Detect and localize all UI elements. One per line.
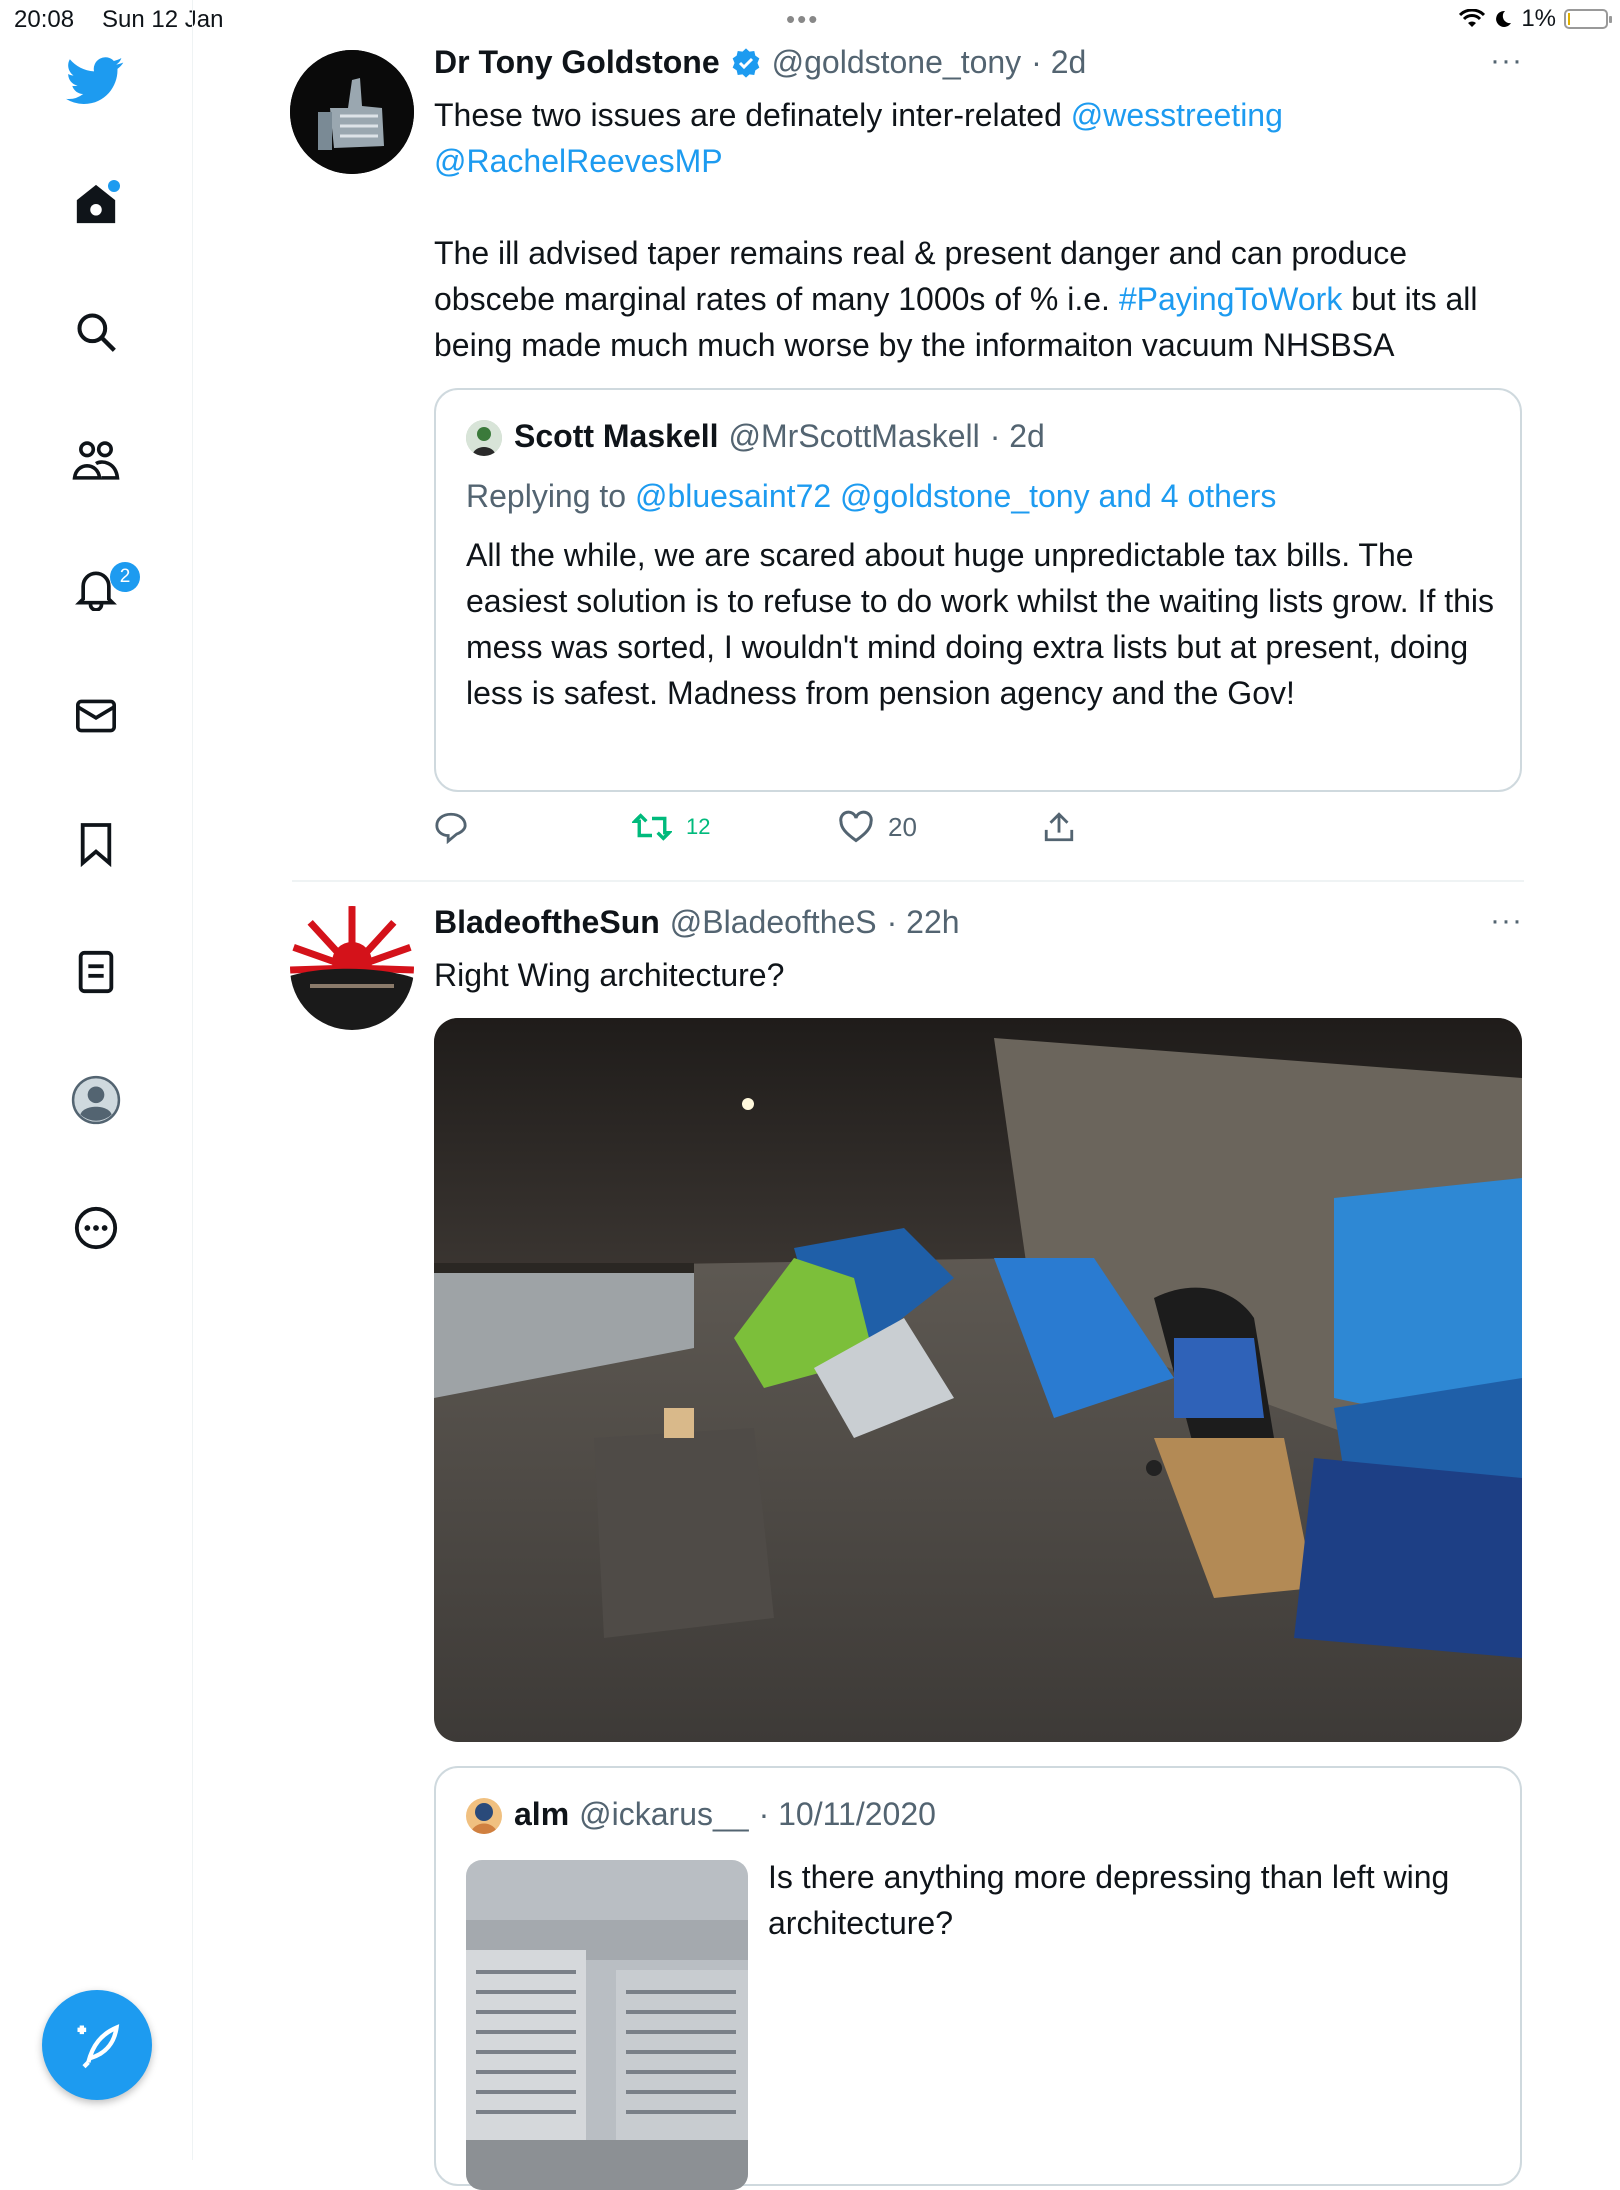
nav-lists[interactable] bbox=[60, 936, 132, 1008]
nav-notifications[interactable]: 2 bbox=[60, 552, 140, 624]
reply-button[interactable] bbox=[434, 810, 468, 844]
retweet-icon bbox=[632, 813, 672, 841]
status-indicators: 1% bbox=[1459, 5, 1612, 33]
tweet-time[interactable]: · 2d bbox=[1031, 44, 1086, 81]
like-button[interactable]: 20 bbox=[838, 810, 917, 844]
quoted-tweet-time: · 2d bbox=[989, 418, 1045, 454]
nav-communities[interactable] bbox=[60, 424, 132, 496]
tweet-text-part: These two issues are definately inter-re… bbox=[434, 97, 1071, 133]
status-time: 20:08 bbox=[14, 6, 75, 33]
quoted-author-name: alm bbox=[514, 1796, 570, 1832]
tweet-time[interactable]: · 22h bbox=[887, 904, 960, 941]
tweet-body: These two issues are definately inter-re… bbox=[434, 92, 1534, 368]
battery-percent: 1% bbox=[1521, 5, 1556, 32]
quoted-tweet-card[interactable]: alm @ickarus__ · 10/11/2020 Is there any… bbox=[434, 1766, 1522, 2190]
ellipsis-circle-icon bbox=[74, 1206, 118, 1250]
tweet-avatar[interactable] bbox=[290, 50, 414, 174]
multitasking-dots-icon[interactable]: ••• bbox=[786, 4, 819, 35]
moon-icon bbox=[1496, 10, 1512, 27]
envelope-icon bbox=[76, 699, 116, 733]
tweet-text: Right Wing architecture? bbox=[434, 957, 785, 993]
hashtag-link[interactable]: #PayingToWork bbox=[1119, 281, 1343, 317]
quoted-author-avatar bbox=[466, 420, 502, 456]
compose-tweet-button[interactable] bbox=[42, 1990, 152, 2100]
nav-home[interactable] bbox=[60, 168, 132, 240]
quoted-tweet-card[interactable]: Scott Maskell @MrScottMaskell · 2d Reply… bbox=[434, 388, 1522, 792]
tweet-media-photo[interactable] bbox=[434, 1018, 1522, 1742]
share-button[interactable] bbox=[1042, 810, 1076, 844]
nav-explore[interactable] bbox=[60, 296, 132, 368]
people-icon bbox=[72, 441, 120, 480]
tweet-more-button[interactable]: ··· bbox=[1490, 904, 1523, 938]
like-count: 20 bbox=[888, 811, 917, 842]
author-name[interactable]: BladeoftheSun bbox=[434, 904, 660, 941]
retweet-button[interactable]: 12 bbox=[632, 810, 710, 844]
twitter-logo-icon[interactable] bbox=[66, 56, 124, 111]
quoted-tweet-text: All the while, we are scared about huge … bbox=[466, 537, 1503, 711]
status-date: Sun 12 Jan bbox=[102, 6, 224, 33]
nav-bookmarks[interactable] bbox=[60, 808, 132, 880]
quoted-tweet-text: Is there anything more depressing than l… bbox=[768, 1859, 1459, 1941]
author-name[interactable]: Dr Tony Goldstone bbox=[434, 44, 720, 81]
share-icon bbox=[1044, 812, 1074, 842]
quoted-tweet-time: · 10/11/2020 bbox=[758, 1796, 936, 1832]
status-bar: 20:08 Sun 12 Jan ••• 1% bbox=[0, 0, 1620, 40]
mention-link[interactable]: @RachelReevesMP bbox=[434, 143, 723, 179]
author-handle[interactable]: @BladeoftheS bbox=[670, 904, 877, 941]
feather-plus-icon bbox=[77, 2024, 120, 2069]
author-handle[interactable]: @goldstone_tony bbox=[772, 44, 1022, 81]
tweet-header: Dr Tony Goldstone @goldstone_tony · 2d bbox=[434, 44, 1086, 81]
nav-profile[interactable] bbox=[60, 1064, 132, 1136]
notification-badge: 2 bbox=[110, 562, 140, 592]
nav-messages[interactable] bbox=[60, 680, 132, 752]
reply-icon bbox=[435, 812, 467, 844]
quoted-tweet-header: alm @ickarus__ · 10/11/2020 bbox=[514, 1796, 936, 1833]
tweet-avatar[interactable] bbox=[290, 906, 414, 1030]
battery-icon bbox=[1564, 9, 1612, 29]
home-new-dot bbox=[108, 180, 120, 192]
bookmark-icon bbox=[80, 823, 112, 867]
tweet-more-button[interactable]: ··· bbox=[1490, 44, 1523, 78]
tweet-header: BladeoftheSun @BladeoftheS · 22h bbox=[434, 904, 960, 941]
verified-badge-icon bbox=[732, 47, 759, 78]
list-icon bbox=[78, 950, 114, 994]
heart-icon bbox=[839, 810, 873, 843]
quoted-tweet-header: Scott Maskell @MrScottMaskell · 2d bbox=[514, 418, 1045, 455]
quoted-author-handle: @MrScottMaskell bbox=[728, 418, 980, 454]
wifi-icon bbox=[1459, 9, 1486, 27]
sidebar-divider bbox=[192, 0, 193, 2160]
quoted-author-name: Scott Maskell bbox=[514, 418, 719, 454]
nav-more[interactable] bbox=[60, 1192, 132, 1264]
quoted-author-avatar bbox=[466, 1798, 502, 1834]
battery-level bbox=[1568, 13, 1570, 25]
replying-to-label: Replying to bbox=[466, 478, 635, 514]
quoted-author-handle: @ickarus__ bbox=[579, 1796, 749, 1832]
retweet-count: 12 bbox=[686, 814, 711, 839]
tweet-separator bbox=[292, 880, 1524, 882]
mention-link[interactable]: @wesstreeting bbox=[1071, 97, 1283, 133]
search-icon bbox=[77, 313, 116, 352]
quoted-tweet-photo[interactable] bbox=[466, 1860, 748, 2190]
replying-to-handles[interactable]: @bluesaint72 @goldstone_tony and 4 other… bbox=[635, 478, 1276, 514]
replying-to: Replying to @bluesaint72 @goldstone_tony… bbox=[466, 478, 1276, 515]
avatar-icon bbox=[71, 1075, 121, 1125]
